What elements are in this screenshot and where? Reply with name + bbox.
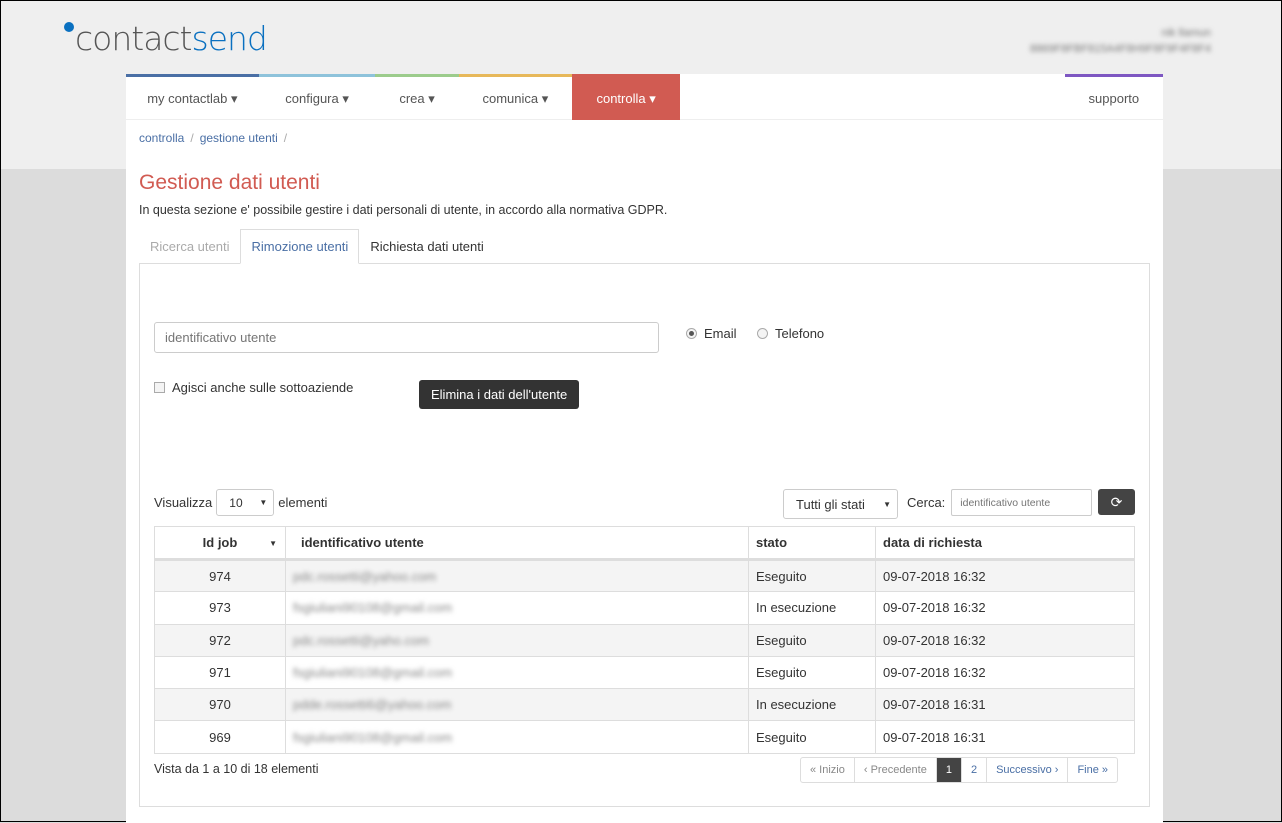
tab-ricerca-utenti[interactable]: Ricerca utenti bbox=[139, 229, 240, 264]
page-prev[interactable]: ‹ Precedente bbox=[853, 758, 936, 782]
radio-icon bbox=[686, 328, 697, 339]
cell-data: 09-07-2018 16:32 bbox=[875, 591, 1135, 625]
column-stato[interactable]: stato bbox=[748, 526, 876, 561]
cell-identificativo: pdc.rossetti@yaho.com bbox=[285, 623, 749, 657]
tab-panel: Email Telefono Agisci anche sulle sottoa… bbox=[139, 263, 1150, 807]
delete-user-data-button[interactable]: Elimina i dati dell'utente bbox=[419, 380, 580, 409]
cell-id: 970 bbox=[154, 688, 286, 722]
page-1[interactable]: 1 bbox=[935, 758, 961, 782]
tabs: Ricerca utenti Rimozione utenti Richiest… bbox=[139, 229, 495, 264]
tab-richiesta-dati-utenti[interactable]: Richiesta dati utenti bbox=[359, 229, 494, 264]
breadcrumb-controlla[interactable]: controlla bbox=[139, 131, 184, 145]
nav-configura[interactable]: configura ▾ bbox=[258, 74, 376, 120]
cell-id: 971 bbox=[154, 655, 286, 690]
caret-down-icon: ▼ bbox=[259, 498, 268, 507]
radio-icon bbox=[757, 328, 768, 339]
table-info: Vista da 1 a 10 di 18 elementi bbox=[154, 762, 319, 776]
checkbox-icon bbox=[154, 382, 165, 393]
status-filter-select[interactable]: Tutti gli stati ▼ bbox=[783, 489, 898, 519]
cell-data: 09-07-2018 16:32 bbox=[875, 623, 1135, 657]
cell-data: 09-07-2018 16:32 bbox=[875, 655, 1135, 690]
user-info[interactable]: nik llamun 8869F8FBF815A4F8H9F8F9F4F8F4 bbox=[1030, 25, 1211, 57]
breadcrumb-gestione-utenti[interactable]: gestione utenti bbox=[200, 131, 278, 145]
page-title: Gestione dati utenti bbox=[139, 171, 320, 194]
table-row[interactable]: 973 fsgiuliani90108@gmail.com In esecuzion… bbox=[154, 591, 1135, 625]
column-id-job[interactable]: Id job ▼ bbox=[154, 526, 286, 561]
subcompanies-checkbox[interactable]: Agisci anche sulle sottoaziende bbox=[154, 380, 353, 395]
main-nav: my contactlab ▾ configura ▾ crea ▾ comunica… bbox=[126, 74, 1163, 120]
column-data[interactable]: data di richiesta bbox=[875, 526, 1135, 561]
cell-stato: In esecuzione bbox=[748, 591, 876, 625]
nav-supporto[interactable]: supporto bbox=[1064, 74, 1163, 120]
sort-desc-icon: ▼ bbox=[269, 539, 277, 548]
cell-id: 973 bbox=[154, 591, 286, 625]
cell-id: 972 bbox=[154, 623, 286, 657]
table-row[interactable]: 970 pdde.rossetti6@yahoo.com In esecuzione… bbox=[154, 688, 1135, 722]
table-row[interactable]: 974 pdc.rossetti@yahoo.com Eseguito 09-07-2… bbox=[154, 558, 1135, 593]
page-next[interactable]: Successivo › bbox=[986, 758, 1067, 782]
search-input[interactable] bbox=[951, 489, 1093, 516]
breadcrumb: controlla / gestione utenti / bbox=[139, 131, 288, 145]
caret-down-icon: ▼ bbox=[883, 499, 891, 509]
refresh-button[interactable]: ⟳ bbox=[1098, 489, 1135, 515]
radio-email[interactable]: Email bbox=[686, 326, 737, 341]
cell-stato: Eseguito bbox=[748, 720, 876, 754]
nav-my-contactlab[interactable]: my contactlab ▾ bbox=[126, 74, 259, 120]
page-size-select[interactable]: 10 ▼ bbox=[216, 489, 275, 516]
page-subtitle: In questa sezione e' possibile gestire i… bbox=[139, 203, 668, 217]
cell-data: 09-07-2018 16:32 bbox=[875, 558, 1135, 593]
table-row[interactable]: 971 fsgiuliani90108@gmail.com Eseguito 09-0… bbox=[154, 655, 1135, 690]
jobs-table: Id job ▼ identificativo utente stato data… bbox=[154, 526, 1135, 754]
cell-data: 09-07-2018 16:31 bbox=[875, 688, 1135, 722]
nav-controlla[interactable]: controlla ▾ bbox=[572, 74, 681, 120]
tab-rimozione-utenti[interactable]: Rimozione utenti bbox=[240, 229, 360, 264]
cell-stato: Eseguito bbox=[748, 623, 876, 657]
search-control: Cerca: bbox=[907, 489, 1093, 516]
cell-identificativo: pdde.rossetti6@yahoo.com bbox=[285, 688, 749, 722]
contactsend-logo[interactable]: contactsend bbox=[64, 19, 268, 58]
cell-stato: Eseguito bbox=[748, 655, 876, 690]
page-2[interactable]: 2 bbox=[960, 758, 986, 782]
cell-id: 974 bbox=[154, 558, 286, 593]
cell-identificativo: pdc.rossetti@yahoo.com bbox=[285, 558, 749, 593]
page-last[interactable]: Fine » bbox=[1067, 758, 1117, 782]
cell-data: 09-07-2018 16:31 bbox=[875, 720, 1135, 754]
refresh-icon: ⟳ bbox=[1110, 493, 1123, 510]
cell-id: 969 bbox=[154, 720, 286, 754]
cell-stato: Eseguito bbox=[748, 558, 876, 593]
main-page: my contactlab ▾ configura ▾ crea ▾ comunica… bbox=[126, 74, 1163, 823]
table-row[interactable]: 972 pdc.rossetti@yaho.com Eseguito 09-07-20… bbox=[154, 623, 1135, 657]
pagination: « Inizio ‹ Precedente 1 2 Successivo › F… bbox=[800, 757, 1119, 783]
cell-identificativo: fsgiuliani90108@gmail.com bbox=[285, 591, 749, 625]
cell-identificativo: fsgiuliani90108@gmail.com bbox=[285, 655, 749, 690]
table-row[interactable]: 969 fsgiuliani90108@gmail.com Eseguito 09-0… bbox=[154, 720, 1135, 754]
page-first[interactable]: « Inizio bbox=[801, 758, 854, 782]
page-size-control: Visualizza 10 ▼ elementi bbox=[154, 489, 327, 516]
column-identificativo[interactable]: identificativo utente bbox=[285, 526, 749, 561]
nav-crea[interactable]: crea ▾ bbox=[375, 74, 459, 120]
radio-telefono[interactable]: Telefono bbox=[757, 326, 824, 341]
cell-identificativo: fsgiuliani90108@gmail.com bbox=[285, 720, 749, 754]
user-id-input[interactable] bbox=[154, 322, 659, 353]
nav-comunica[interactable]: comunica ▾ bbox=[458, 74, 573, 120]
cell-stato: In esecuzione bbox=[748, 688, 876, 722]
